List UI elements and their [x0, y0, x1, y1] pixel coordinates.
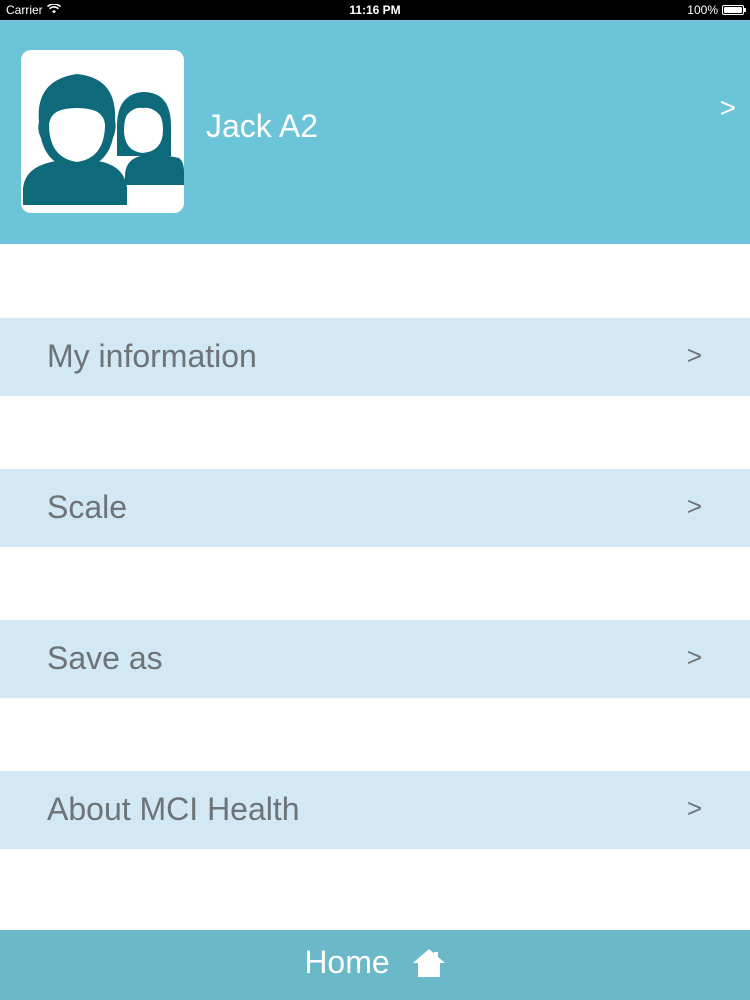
people-icon — [23, 74, 184, 205]
chevron-right-icon: > — [686, 491, 702, 521]
home-icon — [412, 948, 446, 978]
battery-level — [724, 7, 742, 13]
menu-item-label: Scale — [47, 489, 128, 525]
status-bar: Carrier 11:16 PM 100% — [0, 0, 750, 20]
status-time: 11:16 PM — [349, 3, 401, 17]
menu-item-about-mci-health[interactable]: About MCI Health > — [0, 771, 750, 849]
home-label: Home — [304, 944, 390, 980]
avatar — [21, 50, 184, 213]
menu-item-save-as[interactable]: Save as > — [0, 620, 750, 698]
chevron-right-icon: > — [686, 793, 702, 823]
home-button-content: Home — [0, 944, 750, 981]
status-right: 100% — [687, 3, 746, 17]
profile-header[interactable]: Jack A2 > — [0, 20, 750, 244]
profile-chevron-icon[interactable]: > — [720, 92, 736, 124]
chevron-right-icon: > — [686, 340, 702, 370]
battery-icon — [722, 5, 746, 15]
home-button[interactable]: Home — [0, 930, 750, 1000]
profile-name: Jack A2 — [206, 108, 319, 144]
menu-item-my-information[interactable]: My information > — [0, 318, 750, 396]
menu-item-scale[interactable]: Scale > — [0, 469, 750, 547]
menu-item-label: About MCI Health — [47, 791, 300, 827]
screen: Carrier 11:16 PM 100% Jack A2 > My infor… — [0, 0, 750, 1000]
menu-item-label: My information — [47, 338, 257, 374]
menu-item-label: Save as — [47, 640, 163, 676]
battery-percent: 100% — [687, 3, 718, 17]
chevron-right-icon: > — [686, 642, 702, 672]
